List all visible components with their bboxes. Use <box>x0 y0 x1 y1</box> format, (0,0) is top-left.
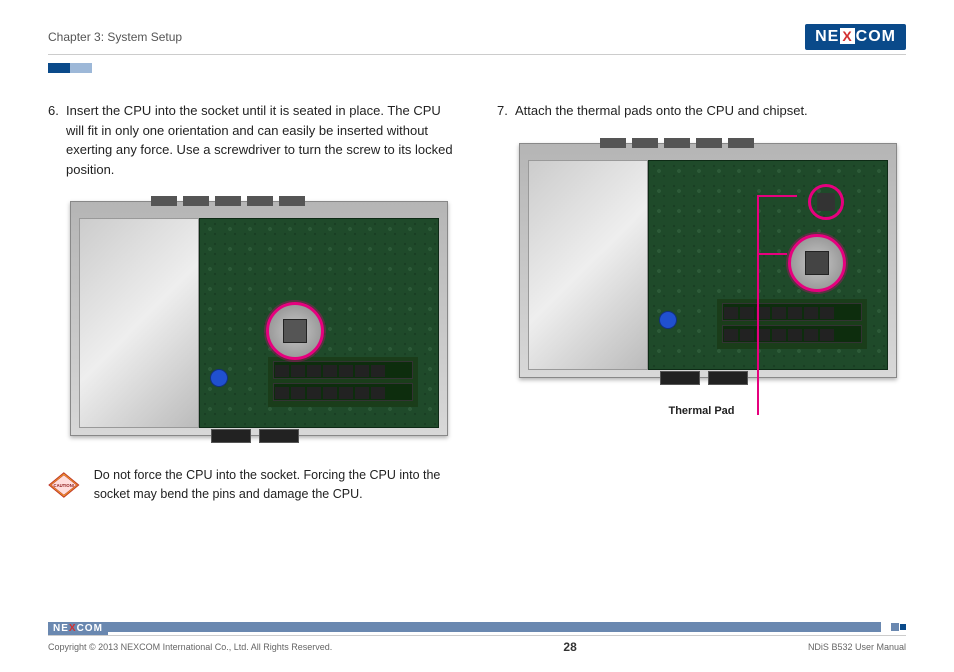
page-number: 28 <box>563 640 576 654</box>
step-text: Insert the CPU into the socket until it … <box>66 101 457 179</box>
thermal-pad-label: Thermal Pad <box>497 405 906 417</box>
callout-line <box>757 253 787 255</box>
nexcom-logo: NEXCOM <box>805 24 906 50</box>
page-header: Chapter 3: System Setup NEXCOM <box>48 24 906 55</box>
motherboard-image-step6 <box>48 193 457 443</box>
left-column: 6. Insert the CPU into the socket until … <box>48 101 457 507</box>
motherboard-image-step7 <box>497 135 906 385</box>
copyright-text: Copyright © 2013 NEXCOM International Co… <box>48 642 332 652</box>
step-number: 6. <box>48 101 66 179</box>
step-number: 7. <box>497 101 515 121</box>
caution-icon: CAUTION! <box>48 463 80 507</box>
caution-text: Do not force the CPU into the socket. Fo… <box>94 466 457 504</box>
right-column: 7. Attach the thermal pads onto the CPU … <box>497 101 906 507</box>
tab-accent <box>48 63 906 73</box>
cpu-socket-highlight <box>266 302 324 360</box>
caution-block: CAUTION! Do not force the CPU into the s… <box>48 463 457 507</box>
step-text: Attach the thermal pads onto the CPU and… <box>515 101 808 121</box>
callout-line <box>757 195 759 415</box>
callout-line <box>757 195 797 197</box>
step-7: 7. Attach the thermal pads onto the CPU … <box>497 101 906 121</box>
cpu-thermal-highlight <box>788 234 846 292</box>
footer-logo: NEXCOM <box>48 622 108 635</box>
footer-bar <box>48 622 906 632</box>
page-footer: NEXCOM Copyright © 2013 NEXCOM Internati… <box>48 635 906 654</box>
svg-text:CAUTION!: CAUTION! <box>54 483 75 488</box>
chipset-highlight <box>808 184 844 220</box>
step-6: 6. Insert the CPU into the socket until … <box>48 101 457 179</box>
chapter-title: Chapter 3: System Setup <box>48 30 182 44</box>
doc-title: NDiS B532 User Manual <box>808 642 906 652</box>
